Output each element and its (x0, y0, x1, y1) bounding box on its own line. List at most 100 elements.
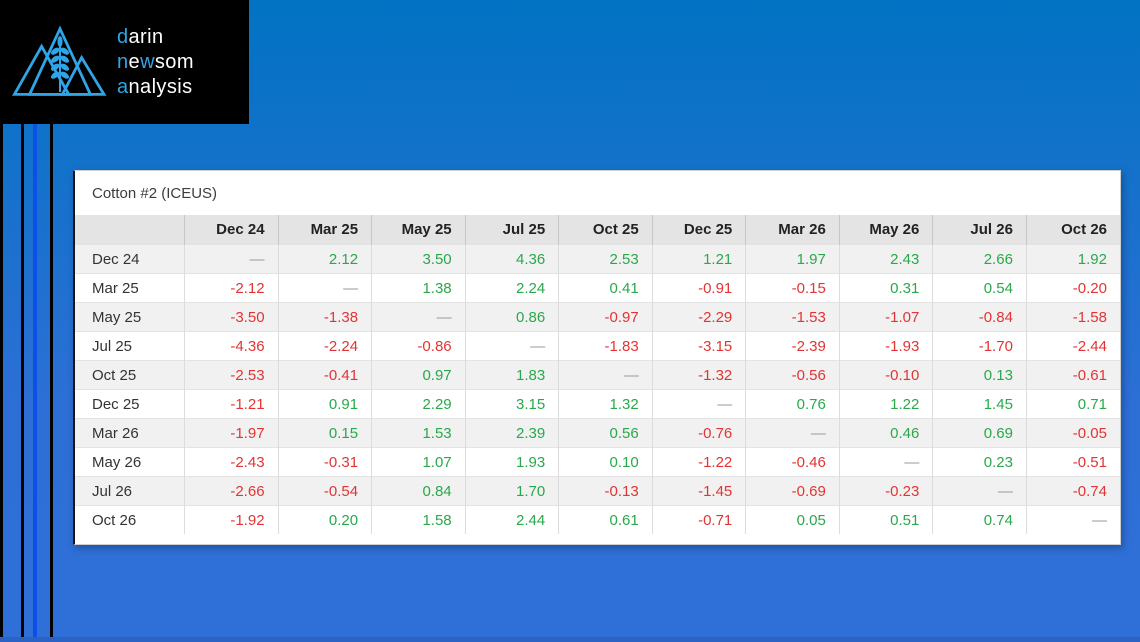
spread-value-cell: 0.61 (559, 506, 653, 535)
spread-value-cell: -2.29 (652, 303, 746, 332)
spread-value-cell: -1.83 (559, 332, 653, 361)
spread-value-cell: -0.71 (652, 506, 746, 535)
spread-value-cell: 1.32 (559, 390, 653, 419)
spread-value-cell: -1.93 (839, 332, 933, 361)
row-label: May 26 (75, 448, 185, 477)
table-row: May 25-3.50-1.38—0.86-0.97-2.29-1.53-1.0… (75, 303, 1120, 332)
table-row: Mar 26-1.970.151.532.390.56-0.76—0.460.6… (75, 419, 1120, 448)
header-row: Dec 24Mar 25May 25Jul 25Oct 25Dec 25Mar … (75, 215, 1120, 245)
spread-value-cell: -2.12 (185, 274, 279, 303)
spread-value-cell: 0.76 (746, 390, 840, 419)
spread-value-cell: — (652, 390, 746, 419)
card-title: Cotton #2 (ICEUS) (75, 171, 1120, 215)
spread-value-cell: 0.69 (933, 419, 1027, 448)
table-row: Dec 24—2.123.504.362.531.211.972.432.661… (75, 245, 1120, 274)
spread-value-cell: -0.23 (839, 477, 933, 506)
spread-value-cell: 0.74 (933, 506, 1027, 535)
row-label: Mar 25 (75, 274, 185, 303)
spread-value-cell: 1.58 (372, 506, 466, 535)
row-label: Oct 26 (75, 506, 185, 535)
spread-value-cell: — (746, 419, 840, 448)
spread-value-cell: -2.44 (1026, 332, 1120, 361)
spread-value-cell: -0.97 (559, 303, 653, 332)
spread-value-cell: 1.83 (465, 361, 559, 390)
spread-value-cell: -0.61 (1026, 361, 1120, 390)
spread-value-cell: — (278, 274, 372, 303)
logo-letter: nalysis (129, 76, 193, 98)
spread-value-cell: -0.20 (1026, 274, 1120, 303)
row-label: May 25 (75, 303, 185, 332)
spread-value-cell: 1.21 (652, 245, 746, 274)
spread-value-cell: 2.43 (839, 245, 933, 274)
spread-value-cell: -0.76 (652, 419, 746, 448)
spread-value-cell: -0.84 (933, 303, 1027, 332)
spread-value-cell: 0.10 (559, 448, 653, 477)
spread-value-cell: -1.22 (652, 448, 746, 477)
logo-accent-letter: w (140, 51, 155, 73)
spread-value-cell: 0.13 (933, 361, 1027, 390)
spread-value-cell: 0.31 (839, 274, 933, 303)
spread-value-cell: -1.38 (278, 303, 372, 332)
spread-matrix-card: Cotton #2 (ICEUS) Dec 24Mar 25May 25Jul … (73, 170, 1121, 545)
spread-value-cell: 0.86 (465, 303, 559, 332)
spread-value-cell: 0.46 (839, 419, 933, 448)
spread-value-cell: -2.24 (278, 332, 372, 361)
spread-value-cell: 1.45 (933, 390, 1027, 419)
spread-value-cell: 1.70 (465, 477, 559, 506)
spread-value-cell: 0.41 (559, 274, 653, 303)
table-body: Dec 24—2.123.504.362.531.211.972.432.661… (75, 245, 1120, 535)
spread-value-cell: 0.56 (559, 419, 653, 448)
spread-matrix-table: Dec 24Mar 25May 25Jul 25Oct 25Dec 25Mar … (75, 215, 1120, 534)
logo-line: analysis (117, 75, 194, 100)
column-header: Oct 26 (1026, 215, 1120, 245)
spread-value-cell: -0.31 (278, 448, 372, 477)
logo-line: newsom (117, 50, 194, 75)
spread-value-cell: 0.20 (278, 506, 372, 535)
table-row: Oct 25-2.53-0.410.971.83—-1.32-0.56-0.10… (75, 361, 1120, 390)
spread-value-cell: -3.50 (185, 303, 279, 332)
table-row: May 26-2.43-0.311.071.930.10-1.22-0.46—0… (75, 448, 1120, 477)
spread-value-cell: 2.53 (559, 245, 653, 274)
spread-value-cell: 1.97 (746, 245, 840, 274)
spread-value-cell: — (839, 448, 933, 477)
spread-value-cell: -0.91 (652, 274, 746, 303)
spread-value-cell: 4.36 (465, 245, 559, 274)
desktop-background: darinnewsomanalysis Cotton #2 (ICEUS) De… (0, 0, 1140, 642)
table-row: Jul 25-4.36-2.24-0.86—-1.83-3.15-2.39-1.… (75, 332, 1120, 361)
column-header: Mar 25 (278, 215, 372, 245)
spread-value-cell: 1.53 (372, 419, 466, 448)
logo-accent-letter: d (117, 26, 129, 48)
spread-value-cell: -2.53 (185, 361, 279, 390)
spread-value-cell: 1.38 (372, 274, 466, 303)
spread-value-cell: -3.15 (652, 332, 746, 361)
spread-value-cell: -0.05 (1026, 419, 1120, 448)
logo-line: darin (117, 25, 194, 50)
spread-value-cell: 0.84 (372, 477, 466, 506)
column-header: Dec 25 (652, 215, 746, 245)
logo-letter: som (155, 51, 194, 73)
spread-value-cell: -1.53 (746, 303, 840, 332)
spread-value-cell: 2.39 (465, 419, 559, 448)
spread-value-cell: -0.74 (1026, 477, 1120, 506)
spread-value-cell: 0.97 (372, 361, 466, 390)
row-label: Dec 24 (75, 245, 185, 274)
dna-logo: darinnewsomanalysis (0, 0, 249, 124)
column-header: May 26 (839, 215, 933, 245)
spread-value-cell: 1.93 (465, 448, 559, 477)
spread-value-cell: 2.29 (372, 390, 466, 419)
table-row: Dec 25-1.210.912.293.151.32—0.761.221.45… (75, 390, 1120, 419)
spread-value-cell: 0.91 (278, 390, 372, 419)
table-row: Jul 26-2.66-0.540.841.70-0.13-1.45-0.69-… (75, 477, 1120, 506)
column-header: May 25 (372, 215, 466, 245)
spread-value-cell: -1.45 (652, 477, 746, 506)
screen-bottom-edge (0, 637, 1140, 642)
spread-value-cell: -0.51 (1026, 448, 1120, 477)
mountains-wheat-icon (12, 20, 108, 105)
spread-value-cell: -0.13 (559, 477, 653, 506)
column-header: Oct 25 (559, 215, 653, 245)
spread-value-cell: 2.12 (278, 245, 372, 274)
spread-value-cell: — (559, 361, 653, 390)
logo-accent-letter: a (117, 76, 129, 98)
spread-value-cell: -0.56 (746, 361, 840, 390)
spread-value-cell: -2.43 (185, 448, 279, 477)
